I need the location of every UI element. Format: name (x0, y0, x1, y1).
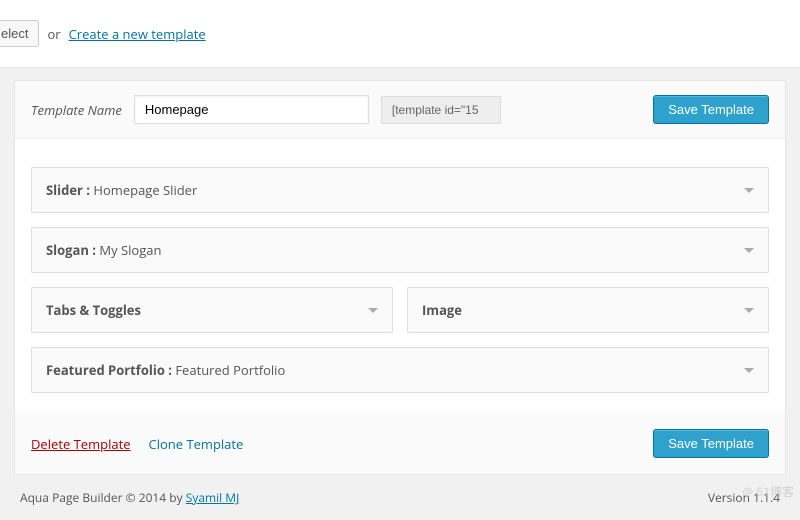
chevron-down-icon (744, 188, 754, 193)
save-template-button-bottom[interactable]: Save Template (653, 429, 769, 458)
block-row: Tabs & Toggles Image (31, 287, 769, 333)
block-featured-portfolio[interactable]: Featured Portfolio : Featured Portfolio (31, 347, 769, 393)
or-text: or (47, 25, 60, 43)
shortcode-input[interactable] (381, 96, 501, 124)
chevron-down-icon (744, 308, 754, 313)
template-panel: Template Name Save Template Slider : Hom… (14, 80, 786, 475)
clone-template-link[interactable]: Clone Template (149, 435, 244, 453)
block-tabs-toggles[interactable]: Tabs & Toggles (31, 287, 393, 333)
block-slider[interactable]: Slider : Homepage Slider (31, 167, 769, 213)
template-header: Template Name Save Template (15, 81, 785, 138)
watermark: @ 51博客 (742, 483, 794, 500)
block-slogan-title: Slogan : My Slogan (46, 241, 161, 259)
template-footer: Delete Template Clone Template Save Temp… (15, 413, 785, 474)
save-template-button-top[interactable]: Save Template (653, 95, 769, 124)
block-slider-title: Slider : Homepage Slider (46, 181, 197, 199)
block-portfolio-title: Featured Portfolio : Featured Portfolio (46, 361, 285, 379)
author-link[interactable]: Syamil MJ (186, 489, 240, 506)
block-image[interactable]: Image (407, 287, 769, 333)
block-image-title: Image (422, 301, 462, 319)
chevron-down-icon (744, 368, 754, 373)
chevron-down-icon (368, 308, 378, 313)
chevron-down-icon (744, 248, 754, 253)
create-template-link[interactable]: Create a new template (69, 25, 206, 43)
site-footer: Aqua Page Builder © 2014 by Syamil MJ Ve… (0, 475, 800, 520)
template-name-label: Template Name (31, 101, 122, 119)
select-template-button[interactable]: elect (0, 20, 39, 47)
copyright-text: Aqua Page Builder © 2014 by Syamil MJ (20, 489, 239, 506)
delete-template-link[interactable]: Delete Template (31, 435, 131, 453)
block-tabs-title: Tabs & Toggles (46, 301, 141, 319)
top-bar: elect or Create a new template (0, 0, 800, 68)
blocks-area: Slider : Homepage Slider Slogan : My Slo… (15, 138, 785, 413)
template-name-input[interactable] (134, 95, 369, 124)
block-slogan[interactable]: Slogan : My Slogan (31, 227, 769, 273)
